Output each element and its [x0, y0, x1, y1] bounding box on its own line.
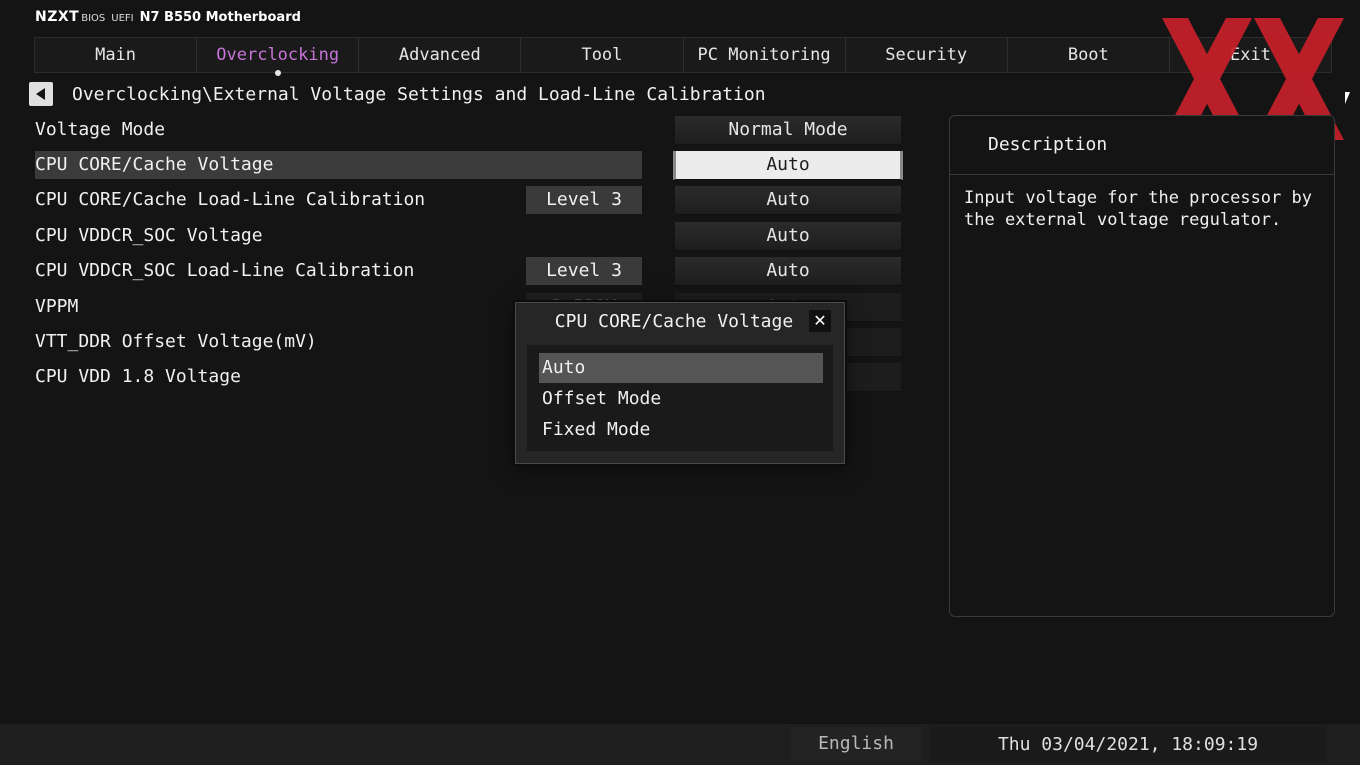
setting-row-cpu-vddcr-soc-voltage[interactable]: CPU VDDCR_SOC Voltage	[35, 222, 642, 250]
setting-value-voltage-mode[interactable]: Normal Mode	[675, 116, 901, 145]
description-panel: Description Input voltage for the proces…	[949, 115, 1335, 617]
popup-option-auto[interactable]: Auto	[539, 353, 823, 383]
tab-security[interactable]: Security	[846, 38, 1008, 72]
mouse-cursor-icon	[1345, 92, 1350, 104]
close-icon[interactable]: ✕	[809, 310, 831, 332]
description-header: Description	[950, 116, 1334, 175]
setting-label: CPU CORE/Cache Voltage	[35, 154, 274, 175]
setting-value-cpu-core-llc[interactable]: Auto	[675, 186, 901, 215]
popup-option-list: Auto Offset Mode Fixed Mode	[527, 345, 833, 451]
tab-main[interactable]: Main	[35, 38, 198, 72]
breadcrumb: Overclocking\External Voltage Settings a…	[72, 84, 766, 105]
setting-value-cpu-vddcr-soc-voltage[interactable]: Auto	[675, 222, 901, 251]
tab-overclocking[interactable]: Overclocking	[197, 38, 360, 76]
description-text: Input voltage for the processor by the e…	[964, 188, 1312, 230]
tab-advanced[interactable]: Advanced	[359, 38, 522, 72]
brand-bios: BIOS	[81, 13, 106, 24]
setting-row-cpu-core-cache-voltage[interactable]: CPU CORE/Cache Voltage	[35, 151, 642, 179]
datetime-display[interactable]: Thu 03/04/2021, 18:09:19	[930, 727, 1326, 761]
option-popup: CPU CORE/Cache Voltage ✕ Auto Offset Mod…	[515, 302, 845, 464]
setting-label: VPPM	[35, 296, 79, 317]
back-arrow-icon[interactable]	[29, 82, 53, 106]
brand-logo: NZXT	[35, 9, 80, 25]
popup-option-fixed-mode[interactable]: Fixed Mode	[539, 415, 823, 445]
setting-value-cpu-core-cache-voltage[interactable]: Auto	[673, 151, 903, 180]
setting-label: CPU VDD 1.8 Voltage	[35, 366, 241, 387]
setting-current-cpu-vddcr-soc-llc: Level 3	[526, 257, 642, 285]
setting-label: CPU VDDCR_SOC Voltage	[35, 225, 263, 246]
brand-model: N7 B550 Motherboard	[139, 10, 301, 25]
main-tabs: Main Overclocking Advanced Tool PC Monit…	[34, 37, 1332, 76]
language-button[interactable]: English	[790, 727, 922, 761]
popup-option-offset-mode[interactable]: Offset Mode	[539, 384, 823, 414]
setting-row-voltage-mode[interactable]: Voltage Mode	[35, 116, 642, 144]
description-title: Description	[988, 134, 1108, 155]
setting-label: VTT_DDR Offset Voltage(mV)	[35, 331, 317, 352]
setting-label: CPU VDDCR_SOC Load-Line Calibration	[35, 260, 415, 281]
tab-boot[interactable]: Boot	[1008, 38, 1170, 72]
tab-tool[interactable]: Tool	[521, 38, 684, 72]
setting-label: CPU CORE/Cache Load-Line Calibration	[35, 189, 426, 210]
tab-pc-monitoring[interactable]: PC Monitoring	[684, 38, 846, 72]
setting-label: Voltage Mode	[35, 119, 166, 140]
brand-uefi: UEFI	[111, 13, 134, 24]
setting-current-cpu-core-llc: Level 3	[526, 186, 642, 214]
setting-value-cpu-vddcr-soc-llc[interactable]: Auto	[675, 257, 901, 286]
popup-title: CPU CORE/Cache Voltage	[554, 311, 794, 332]
brand-header: NZXT BIOS UEFI N7 B550 Motherboard	[35, 9, 301, 29]
